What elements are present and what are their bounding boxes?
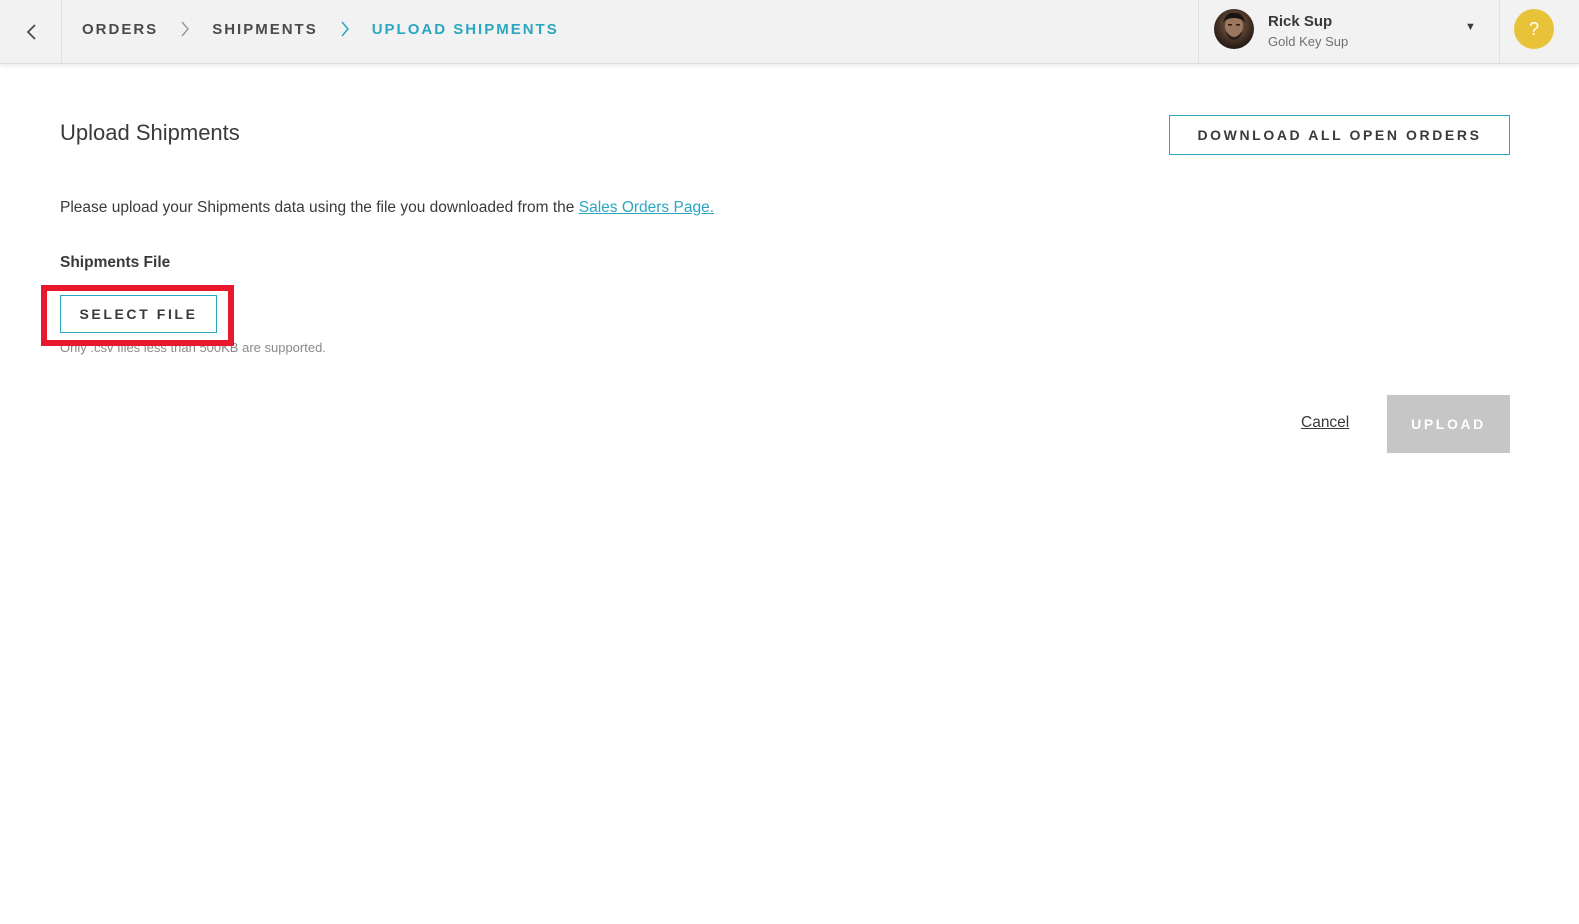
user-role: Gold Key Sup [1268,34,1349,49]
breadcrumb-shipments[interactable]: SHIPMENTS [212,21,318,38]
back-button[interactable] [0,0,62,64]
shipments-file-label: Shipments File [60,254,171,271]
avatar [1214,9,1254,49]
upload-instructions: Please upload your Shipments data using … [60,199,714,217]
top-bar: ORDERS SHIPMENTS UPLOAD SHIPMENTS Rick S… [0,0,1579,64]
breadcrumb-orders[interactable]: ORDERS [82,21,158,38]
upload-button[interactable]: UPLOAD [1387,395,1510,453]
chevron-left-icon [26,24,36,40]
breadcrumb: ORDERS SHIPMENTS UPLOAD SHIPMENTS [82,0,559,58]
cancel-link[interactable]: Cancel [1301,414,1349,432]
download-all-open-orders-button[interactable]: DOWNLOAD ALL OPEN ORDERS [1169,115,1510,155]
file-hint: Only .csv files less than 500KB are supp… [60,340,326,355]
page-title: Upload Shipments [60,120,240,145]
select-file-button[interactable]: SELECT FILE [60,295,217,333]
user-menu[interactable]: Rick Sup Gold Key Sup ▼ [1198,0,1500,64]
chevron-right-icon [340,21,350,37]
sales-orders-page-link[interactable]: Sales Orders Page. [579,199,714,216]
chevron-right-icon [180,21,190,37]
help-button[interactable]: ? [1514,9,1554,49]
breadcrumb-upload-shipments: UPLOAD SHIPMENTS [371,20,559,38]
caret-down-icon: ▼ [1465,21,1476,33]
user-name: Rick Sup [1268,13,1333,30]
upload-instructions-text: Please upload your Shipments data using … [60,199,579,216]
